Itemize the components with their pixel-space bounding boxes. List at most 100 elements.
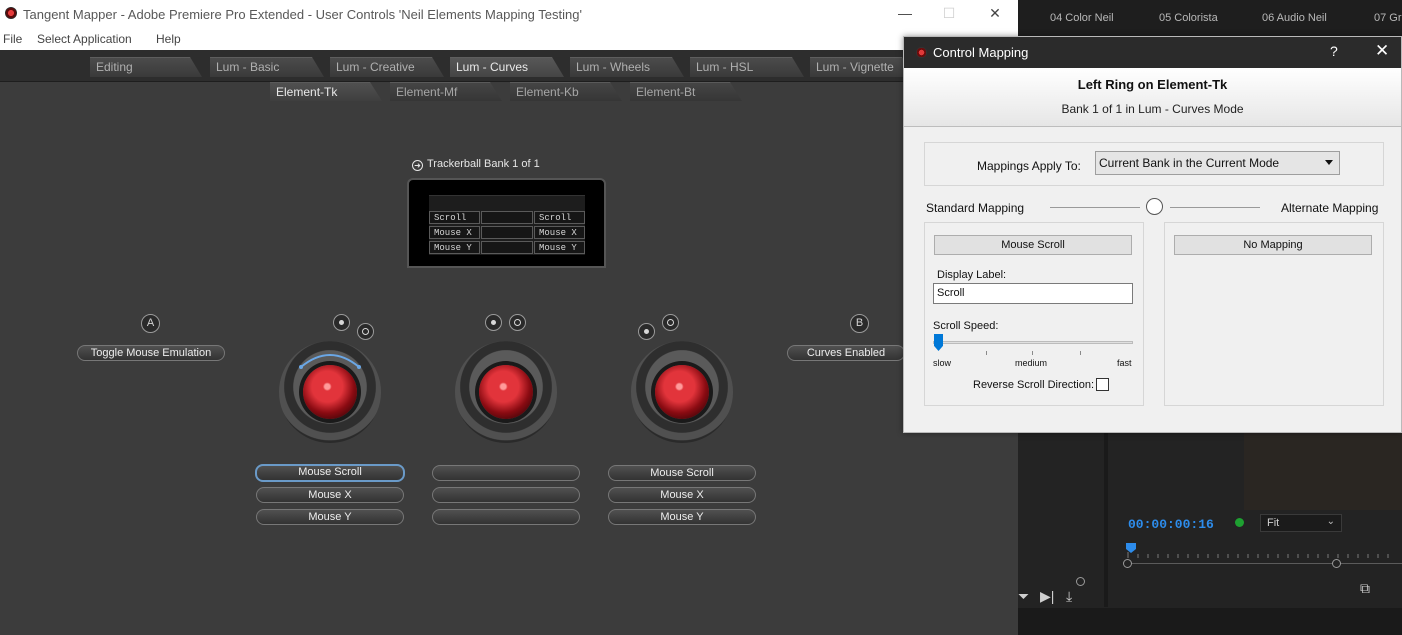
trackball-1-y-mapping[interactable]: Mouse Y [256,509,404,525]
trackerball-bank-selector[interactable]: ➜ Trackerball Bank 1 of 1 [412,158,540,171]
tab-element-mf[interactable]: Element-Mf [390,82,502,101]
trackball-3-button-right[interactable] [662,314,679,331]
close-button[interactable]: ✕ [983,3,1007,23]
tab-element-tk[interactable]: Element-Tk [270,82,382,101]
premiere-tab-audio-neil[interactable]: 06 Audio Neil [1262,12,1327,24]
premiere-tab-gr[interactable]: 07 Gr [1374,12,1402,24]
maximize-button[interactable]: ☐ [937,3,961,23]
trackball-1-button-left[interactable] [333,314,350,331]
mappings-apply-label: Mappings Apply To: [977,159,1081,173]
trackball-2-ball[interactable] [479,365,533,419]
tab-lum-creative[interactable]: Lum - Creative [330,57,444,77]
mappings-apply-dropdown[interactable]: Current Bank in the Current Mode [1095,151,1340,175]
slider-tick [1080,351,1081,355]
trackball-2-ring-mapping[interactable] [432,465,580,481]
display-cell [481,226,533,239]
help-button[interactable]: ? [1330,43,1338,59]
standard-mapping-panel: Mouse Scroll Display Label: Scroll Scrol… [924,222,1144,406]
trackball-2[interactable] [455,341,557,443]
trackball-3-button-left[interactable] [638,323,655,340]
premiere-tab-color-neil[interactable]: 04 Color Neil [1050,12,1114,24]
tangent-mapper-window: Tangent Mapper - Adobe Premiere Pro Exte… [0,0,1018,635]
tab-lum-basic[interactable]: Lum - Basic [210,57,324,77]
filter-icon[interactable]: ⏷ [1018,588,1029,605]
app-icon [5,7,17,19]
button-b[interactable]: B [850,314,869,333]
premiere-fit-dropdown[interactable]: Fit ⌄ [1260,514,1342,532]
menu-help[interactable]: Help [156,32,181,46]
tab-lum-wheels[interactable]: Lum - Wheels [570,57,684,77]
tab-lum-curves[interactable]: Lum - Curves [450,57,564,77]
caret-down-icon [1325,160,1333,165]
trackball-3[interactable] [631,341,733,443]
reverse-scroll-label: Reverse Scroll Direction: [973,379,1095,391]
premiere-panel-divider[interactable] [1104,432,1108,607]
trackball-1-button-right[interactable] [357,323,374,340]
window-title: Tangent Mapper - Adobe Premiere Pro Exte… [23,7,582,22]
display-cell [481,241,533,254]
divider [1050,207,1140,208]
trackball-3-ring-mapping[interactable]: Mouse Scroll [608,465,756,481]
premiere-tab-colorista[interactable]: 05 Colorista [1159,12,1218,24]
dialog-header: Left Ring on Element-Tk Bank 1 of 1 in L… [904,68,1401,127]
export-icon[interactable]: ⤓ [1066,588,1072,605]
trackball-1[interactable] [279,341,381,443]
premiere-scroll-handle[interactable] [1076,577,1085,586]
slider-tick [1032,351,1033,355]
display-label-input[interactable]: Scroll [933,283,1133,304]
tab-element-kb[interactable]: Element-Kb [510,82,622,101]
display-cell: Scroll [534,211,585,224]
tab-lum-vignette[interactable]: Lum - Vignette [810,57,914,77]
trackball-2-x-mapping[interactable] [432,487,580,503]
menu-file[interactable]: File [3,32,22,46]
menu-select-application[interactable]: Select Application [37,32,132,46]
scroll-speed-slider[interactable] [933,341,1133,344]
premiere-workspace-tabs: 04 Color Neil 05 Colorista 06 Audio Neil… [1018,0,1402,38]
mapping-toggle-radio[interactable] [1146,198,1163,215]
speed-slow-label: slow [933,358,952,368]
speed-fast-label: fast [1117,358,1132,368]
premiere-timecode[interactable]: 00:00:00:16 [1128,517,1214,532]
premiere-timeline-ruler[interactable] [1118,540,1402,562]
screen: 04 Color Neil 05 Colorista 06 Audio Neil… [0,0,1402,635]
minimize-button[interactable]: — [893,3,917,23]
premiere-zoom-handle-left[interactable] [1123,559,1132,568]
alternate-mapping-button[interactable]: No Mapping [1174,235,1372,255]
standard-mapping-button[interactable]: Mouse Scroll [934,235,1132,255]
divider [1170,207,1260,208]
chevron-down-icon: ⌄ [1326,516,1335,527]
trackball-1-ball[interactable] [303,365,357,419]
trackball-3-ball[interactable] [655,365,709,419]
trackball-1-x-mapping[interactable]: Mouse X [256,487,404,503]
display-grid: Scroll Scroll Mouse X Mouse X Mouse Y Mo… [429,195,585,255]
tab-editing[interactable]: Editing [90,57,202,77]
trackerball-display: Scroll Scroll Mouse X Mouse X Mouse Y Mo… [407,178,606,268]
premiere-zoom-handle-right[interactable] [1332,559,1341,568]
reverse-scroll-checkbox[interactable] [1096,378,1109,391]
trackball-3-y-mapping[interactable]: Mouse Y [608,509,756,525]
trackball-2-button-left[interactable] [485,314,502,331]
button-b-mapping[interactable]: Curves Enabled [787,345,905,361]
display-cell [481,211,533,224]
trackball-3-x-mapping[interactable]: Mouse X [608,487,756,503]
trackball-1-ring-mapping[interactable]: Mouse Scroll [255,464,405,482]
tab-element-bt[interactable]: Element-Bt [630,82,742,101]
display-cell: Scroll [429,211,480,224]
dialog-close-button[interactable]: ✕ [1375,41,1389,61]
mode-tab-bar: Editing Lum - Basic Lum - Creative Lum -… [0,50,1018,82]
button-a-mapping[interactable]: Toggle Mouse Emulation [77,345,225,361]
mappings-apply-value: Current Bank in the Current Mode [1099,156,1280,170]
premiere-zoom-bar[interactable] [1128,563,1402,564]
premiere-bottom-bar [1018,608,1402,635]
button-a[interactable]: A [141,314,160,333]
display-cell: Mouse Y [534,241,585,254]
bank-mode-subheading: Bank 1 of 1 in Lum - Curves Mode [1061,102,1244,116]
trackball-2-y-mapping[interactable] [432,509,580,525]
scroll-speed-thumb[interactable] [934,334,943,351]
tab-lum-hsl[interactable]: Lum - HSL [690,57,804,77]
speed-medium-label: medium [1015,358,1048,368]
dialog-title: Control Mapping [933,45,1029,60]
trackball-2-button-right[interactable] [509,314,526,331]
export-frame-icon[interactable]: ⧉ [1360,580,1370,597]
step-forward-icon[interactable]: ▶| [1040,588,1054,605]
